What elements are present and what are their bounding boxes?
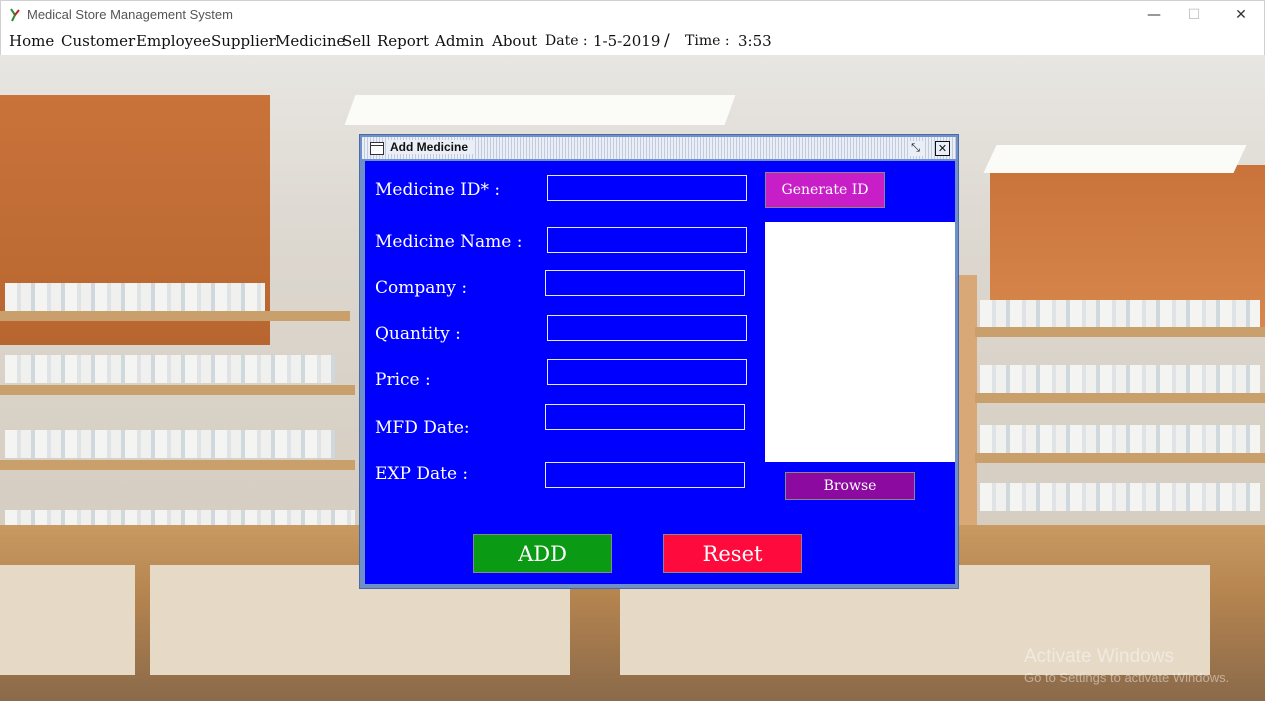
company-field[interactable] [545,270,745,296]
maximize-button[interactable]: ☐ [1171,1,1217,29]
generate-id-button[interactable]: Generate ID [765,172,885,208]
mfd-date-label: MFD Date: [375,418,470,438]
price-field[interactable] [547,359,747,385]
time-value: 3:53 [738,32,772,50]
menu-home[interactable]: Home [9,32,54,50]
exp-date-field[interactable] [545,462,745,488]
window-icon [370,142,384,155]
exp-date-label: EXP Date : [375,464,469,484]
medicine-name-label: Medicine Name : [375,232,523,252]
date-value: 1-5-2019 [593,32,661,50]
app-icon [10,8,20,22]
quantity-label: Quantity : [375,324,461,344]
mfd-date-field[interactable] [545,404,745,430]
activation-watermark-text: Go to Settings to activate Windows. [1024,670,1230,685]
menu-employee[interactable]: Employee [136,32,211,50]
add-medicine-dialog: Add Medicine ⤡ ✕ Medicine ID* : Medicine… [359,134,959,589]
quantity-field[interactable] [547,315,747,341]
date-time-separator: / [664,31,670,51]
reset-button[interactable]: Reset [663,534,802,573]
medicine-name-field[interactable] [547,227,747,253]
window-titlebar: Medical Store Management System — ☐ ✕ [0,0,1265,28]
close-button[interactable]: ✕ [1218,1,1264,29]
time-label: Time : [685,33,730,49]
menu-sell[interactable]: Sell [342,32,371,50]
menu-bar: Home Customer Employee Supplier Medicine… [0,28,1265,55]
company-label: Company : [375,278,468,298]
add-medicine-form: Medicine ID* : Medicine Name : Company :… [365,161,955,584]
menu-customer[interactable]: Customer [61,32,135,50]
medicine-image-preview [765,222,955,462]
browse-button[interactable]: Browse [785,472,915,500]
medicine-id-field[interactable] [547,175,747,201]
dialog-title: Add Medicine [388,140,475,154]
restore-icon[interactable]: ⤡ [908,141,923,156]
window-title: Medical Store Management System [27,7,233,22]
menu-admin[interactable]: Admin [435,32,484,50]
price-label: Price : [375,370,431,390]
menu-report[interactable]: Report [377,32,429,50]
medicine-id-label: Medicine ID* : [375,180,501,200]
menu-about[interactable]: About [492,32,537,50]
menu-supplier[interactable]: Supplier [211,32,276,50]
menu-medicine[interactable]: Medicine [275,32,345,50]
dialog-titlebar[interactable]: Add Medicine ⤡ ✕ [362,137,956,159]
add-button[interactable]: ADD [473,534,612,573]
date-label: Date : [545,33,588,49]
activation-watermark-title: Activate Windows [1024,646,1174,667]
close-icon[interactable]: ✕ [935,141,950,156]
